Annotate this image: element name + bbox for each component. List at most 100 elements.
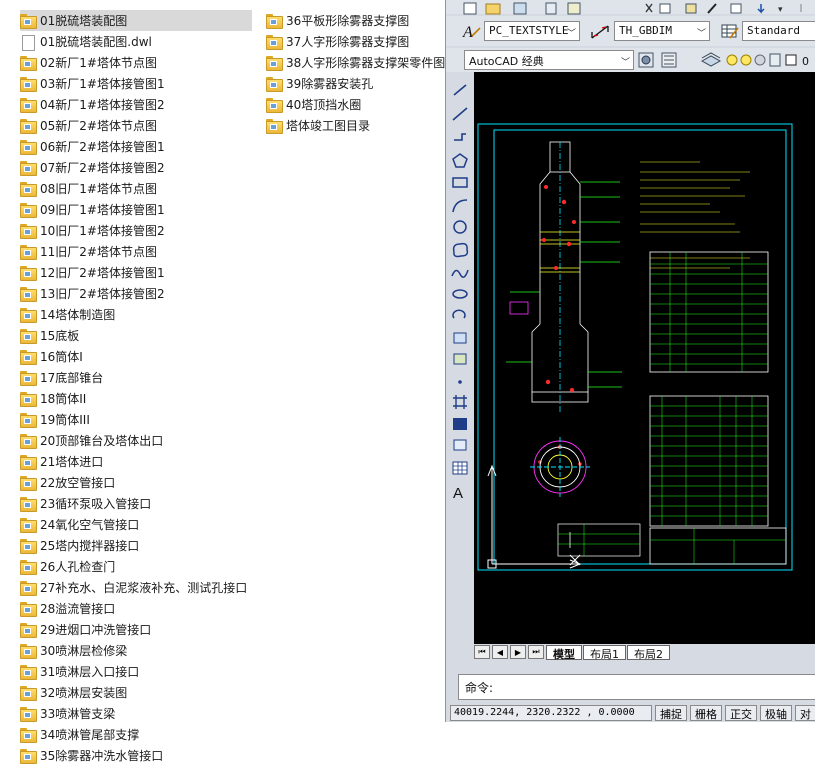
file-list-item[interactable]: 30喷淋层检修梁: [20, 640, 252, 661]
dimension-style-icon[interactable]: [590, 22, 612, 40]
layer-state-icons[interactable]: 0: [726, 51, 815, 69]
file-list-item[interactable]: 39除雾器安装孔: [266, 73, 446, 94]
file-list-item[interactable]: 08旧厂1#塔体节点图: [20, 178, 252, 199]
file-name: 01脱硫塔装配图.dwl: [40, 35, 152, 49]
standard-toolbar-icons[interactable]: ▾: [446, 1, 815, 15]
file-list-item[interactable]: 24氧化空气管接口: [20, 514, 252, 535]
file-list-item[interactable]: 27补充水、白泥浆液补充、测试孔接口: [20, 577, 252, 598]
file-list-item[interactable]: 塔体竣工图目录: [266, 115, 446, 136]
layout-tabs: ⏮ ◀ ▶ ⏭ 模型 布局1 布局2: [474, 644, 815, 661]
dim-style-combo[interactable]: TH_GBDIM ﹀: [614, 21, 710, 41]
file-list-item[interactable]: 32喷淋层安装图: [20, 682, 252, 703]
tab-last-icon[interactable]: ⏭: [528, 645, 544, 659]
file-list-item[interactable]: 11旧厂2#塔体节点图: [20, 241, 252, 262]
file-name: 27补充水、白泥浆液补充、测试孔接口: [40, 581, 248, 595]
file-list-item[interactable]: 22放空管接口: [20, 472, 252, 493]
folder-icon: [20, 349, 37, 365]
file-list-item[interactable]: 03新厂1#塔体接管图1: [20, 73, 252, 94]
file-name: 33喷淋管支梁: [40, 707, 116, 721]
file-list-item[interactable]: 29进烟口冲洗管接口: [20, 619, 252, 640]
draw-tools[interactable]: A: [448, 80, 472, 520]
file-list-item[interactable]: 35除雾器冲洗水管接口: [20, 745, 252, 766]
folder-icon: [266, 118, 283, 134]
file-list-item[interactable]: 14塔体制造图: [20, 304, 252, 325]
file-list-item[interactable]: 38人字形除雾器支撑架零件图: [266, 52, 446, 73]
folder-icon: [20, 559, 37, 575]
file-list-item[interactable]: 34喷淋管尾部支撑: [20, 724, 252, 745]
file-list-item[interactable]: 01脱硫塔装配图.dwl: [20, 31, 252, 52]
table-style-icon[interactable]: [720, 22, 740, 40]
osnap-button[interactable]: 对: [795, 705, 815, 721]
file-list-item[interactable]: 13旧厂2#塔体接管图2: [20, 283, 252, 304]
file-name: 36平板形除雾器支撑图: [286, 14, 410, 28]
file-list-item[interactable]: 12旧厂2#塔体接管图1: [20, 262, 252, 283]
file-list-item[interactable]: 31喷淋层入口接口: [20, 661, 252, 682]
file-list-item[interactable]: 05新厂2#塔体节点图: [20, 115, 252, 136]
polar-button[interactable]: 极轴: [760, 705, 792, 721]
file-name: 29进烟口冲洗管接口: [40, 623, 152, 637]
workspace-combo[interactable]: AutoCAD 经典 ﹀: [464, 50, 634, 70]
file-list-item[interactable]: 23循环泵吸入管接口: [20, 493, 252, 514]
folder-icon: [20, 160, 37, 176]
ortho-button[interactable]: 正交: [725, 705, 757, 721]
file-list-item[interactable]: 01脱硫塔装配图: [20, 10, 252, 31]
file-list-item[interactable]: 33喷淋管支梁: [20, 703, 252, 724]
file-list-item[interactable]: 10旧厂1#塔体接管图2: [20, 220, 252, 241]
file-name: 16筒体I: [40, 350, 83, 364]
snap-button[interactable]: 捕捉: [655, 705, 687, 721]
file-list-item[interactable]: 02新厂1#塔体节点图: [20, 52, 252, 73]
file-name: 39除雾器安装孔: [286, 77, 374, 91]
workspace-layer-toolbar: AutoCAD 经典 ﹀ 0: [446, 48, 815, 72]
folder-icon: [20, 265, 37, 281]
tab-layout2[interactable]: 布局2: [627, 644, 670, 661]
file-list-item[interactable]: 20顶部锥台及塔体出口: [20, 430, 252, 451]
file-list-item[interactable]: 07新厂2#塔体接管图2: [20, 157, 252, 178]
workspace-icon[interactable]: [660, 51, 680, 69]
folder-icon: [20, 601, 37, 617]
layer-manager-icon[interactable]: [700, 51, 722, 69]
file-name: 塔体竣工图目录: [286, 119, 371, 133]
file-name: 23循环泵吸入管接口: [40, 497, 152, 511]
file-list-left: 01脱硫塔装配图 01脱硫塔装配图.dwl 02新厂1#塔体节点图 03新厂1#塔体接…: [20, 10, 252, 766]
table-style-combo[interactable]: Standard: [742, 21, 815, 41]
file-list-item[interactable]: 06新厂2#塔体接管图1: [20, 136, 252, 157]
file-list-item[interactable]: 17底部锥台: [20, 367, 252, 388]
command-line[interactable]: 命令:: [458, 674, 815, 700]
folder-icon: [20, 97, 37, 113]
file-name: 05新厂2#塔体节点图: [40, 119, 157, 133]
file-list-item[interactable]: 36平板形除雾器支撑图: [266, 10, 446, 31]
workspace-settings-icon[interactable]: [637, 51, 657, 69]
folder-icon: [266, 76, 283, 92]
folder-icon: [20, 643, 37, 659]
file-list-item[interactable]: 25塔内搅拌器接口: [20, 535, 252, 556]
folder-icon: [20, 727, 37, 743]
file-name: 18筒体II: [40, 392, 87, 406]
file-list-item[interactable]: 26人孔检查门: [20, 556, 252, 577]
file-list-item[interactable]: 40塔顶挡水圈: [266, 94, 446, 115]
workspace-value: AutoCAD 经典: [469, 55, 544, 68]
file-list-item[interactable]: 21塔体进口: [20, 451, 252, 472]
text-style-combo[interactable]: PC_TEXTSTYLE ﹀: [484, 21, 580, 41]
file-list-item[interactable]: 18筒体II: [20, 388, 252, 409]
text-style-icon[interactable]: A: [462, 22, 482, 40]
tab-first-icon[interactable]: ⏮: [474, 645, 490, 659]
file-list-item[interactable]: 16筒体I: [20, 346, 252, 367]
tab-model[interactable]: 模型: [546, 644, 582, 661]
file-list-item[interactable]: 04新厂1#塔体接管图2: [20, 94, 252, 115]
file-name: 40塔顶挡水圈: [286, 98, 362, 112]
folder-icon: [20, 622, 37, 638]
folder-icon: [20, 412, 37, 428]
grid-button[interactable]: 栅格: [690, 705, 722, 721]
drawing-canvas[interactable]: [474, 72, 815, 644]
file-list-item[interactable]: 09旧厂1#塔体接管图1: [20, 199, 252, 220]
file-name: 04新厂1#塔体接管图2: [40, 98, 165, 112]
file-name: 12旧厂2#塔体接管图1: [40, 266, 165, 280]
file-list-item[interactable]: 37人字形除雾器支撑图: [266, 31, 446, 52]
file-list-item[interactable]: 19筒体III: [20, 409, 252, 430]
tab-next-icon[interactable]: ▶: [510, 645, 526, 659]
file-list-item[interactable]: 15底板: [20, 325, 252, 346]
file-list-item[interactable]: 28溢流管接口: [20, 598, 252, 619]
tab-layout1[interactable]: 布局1: [583, 644, 626, 661]
tab-prev-icon[interactable]: ◀: [492, 645, 508, 659]
folder-icon: [20, 664, 37, 680]
